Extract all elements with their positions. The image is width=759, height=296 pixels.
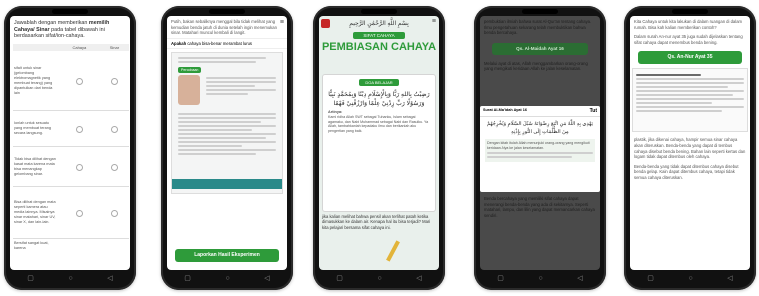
home-icon[interactable]: ○ <box>68 275 72 283</box>
recent-apps-icon[interactable]: ▢ <box>336 275 343 283</box>
table-row: Ionlah untuk sesuatu yang membuat terang… <box>13 111 129 147</box>
back-icon[interactable]: ◁ <box>577 275 582 283</box>
paragraph-text: pembuktian ilmiah bahwa surat Al-Qur'an … <box>484 19 592 36</box>
arabic-prayer-text: رَضِيْتُ بِاللهِ رَبًّا وَبِالْإِسْلَامِ… <box>328 91 430 107</box>
camera-notch <box>361 9 397 14</box>
radio-sinar[interactable] <box>110 77 118 85</box>
home-icon[interactable]: ○ <box>688 275 692 283</box>
radio-cahaya[interactable] <box>75 209 83 217</box>
instruction-text: Jawablah dengan memberikan memilih Cahay… <box>14 20 110 40</box>
prayer-label-badge: DOA BELAJAR <box>359 79 399 86</box>
back-icon[interactable]: ◁ <box>727 275 732 283</box>
paragraph-text: Dalam surah An-nur ayat 35 juga sudah di… <box>634 34 743 45</box>
recent-apps-icon[interactable]: ▢ <box>497 275 504 283</box>
table-row: Bisa dilihat dengan mata seperti kamera … <box>13 187 129 239</box>
arabic-verse-text: يَهْدِي بِهِ اللَّهُ مَنِ اتَّبَعَ رِضْو… <box>486 121 594 135</box>
table-row: Tidak bisa dilihat dengan kasat mata kar… <box>13 147 129 187</box>
quran-verse-button[interactable]: Qs. Al-Maidah Ayat 16 <box>492 42 588 55</box>
column-header-sinar: Sinar <box>109 44 120 50</box>
paragraph-text: jika kalian melihat bahwa pensil akan te… <box>322 214 431 230</box>
popup-close-button[interactable]: Tut <box>590 108 597 114</box>
phone-mockup-3: ≡ بِسْمِ اللَّهِ الرَّحْمَٰنِ الرَّحِيمِ… <box>313 6 445 290</box>
home-icon[interactable]: ○ <box>225 275 229 283</box>
popup-title: Surat Al-Ma'idah Ayat 16 <box>483 108 527 112</box>
phone-screen-1: Jawablah dengan memberikan memilih Cahay… <box>10 16 130 270</box>
android-navbar: ▢ ○ ◁ <box>480 273 600 285</box>
menu-icon[interactable]: ≡ <box>280 19 284 26</box>
menu-icon[interactable]: ≡ <box>432 18 436 25</box>
phone-mockup-1: Jawablah dengan memberikan memilih Cahay… <box>4 6 136 290</box>
phone-mockup-5: Kita Cahaya untuk kita lakukan di dalam … <box>624 6 756 290</box>
paragraph-text: Benda bercahaya yang memiliki sifat caha… <box>484 196 595 218</box>
table-row: sifalt untuk sinar (gelombang elektromag… <box>13 51 129 111</box>
verse-translation: Dengan kitab itulah Allah menunjuki oran… <box>487 141 590 150</box>
android-navbar: ▢ ○ ◁ <box>167 273 287 285</box>
table-row: Bersifat sangat kuat, karena <box>14 241 49 251</box>
phone-screen-3: ≡ بِسْمِ اللَّهِ الرَّحْمَٰنِ الرَّحِيمِ… <box>319 16 439 270</box>
paragraph-text: Benda-benda yang tidak dapat ditembus ca… <box>634 163 739 180</box>
app-logo-icon <box>321 19 330 28</box>
paragraph-text: plastik, jika dikenai cahaya, hampir sem… <box>634 137 746 160</box>
back-icon[interactable]: ◁ <box>416 275 421 283</box>
phone-screen-2: Putih, bakan sebaliknya menggal bila tid… <box>167 16 287 270</box>
radio-cahaya[interactable] <box>75 77 83 85</box>
illustration-child <box>178 74 200 105</box>
paragraph-text: Kita Cahaya untuk kita lakukan di dalam … <box>634 19 743 30</box>
pencil-image <box>386 240 400 262</box>
home-icon[interactable]: ○ <box>377 275 381 283</box>
back-icon[interactable]: ◁ <box>264 275 269 283</box>
phone-mockup-2: Putih, bakan sebaliknya menggal bila tid… <box>161 6 293 290</box>
paragraph-text: Putih, bakan sebaliknya menggal bila tid… <box>171 19 277 36</box>
worksheet-footer-bar <box>172 178 282 189</box>
radio-cahaya[interactable] <box>75 163 83 171</box>
camera-notch <box>52 9 88 14</box>
column-header-cahaya: Cahaya <box>72 44 87 50</box>
radio-sinar[interactable] <box>110 209 118 217</box>
worksheet-image: Percobaan <box>171 51 283 194</box>
topic-badge: SIFAT CAHAYA <box>353 32 405 39</box>
recent-apps-icon[interactable]: ▢ <box>184 275 191 283</box>
radio-sinar[interactable] <box>110 163 118 171</box>
table-header: Cahaya Sinar <box>13 43 129 51</box>
label-chip: Percobaan <box>178 66 202 73</box>
phone-screen-4: pembuktian ilmiah bahwa surat Al-Qur'an … <box>480 16 600 270</box>
home-icon[interactable]: ○ <box>538 275 542 283</box>
camera-notch <box>672 9 708 14</box>
radio-sinar[interactable] <box>110 125 118 133</box>
verse-popup: Surat Al-Ma'idah Ayat 16 Tut يَهْدِي بِه… <box>480 106 600 192</box>
android-navbar: ▢ ○ ◁ <box>319 273 439 285</box>
android-navbar: ▢ ○ ◁ <box>630 273 750 285</box>
phone-mockup-4: pembuktian ilmiah bahwa surat Al-Qur'an … <box>474 6 606 290</box>
android-navbar: ▢ ○ ◁ <box>10 273 130 285</box>
camera-notch <box>209 9 245 14</box>
section-heading: Apakah cahaya bisa-benar merambat lurus <box>167 37 287 49</box>
answer-table: Cahaya Sinar sifalt untuk sinar (gelomba… <box>13 43 129 253</box>
quran-verse-button[interactable]: Qs. An-Nur Ayat 35 <box>638 51 742 65</box>
recent-apps-icon[interactable]: ▢ <box>27 275 34 283</box>
prayer-card: DOA BELAJAR رَضِيْتُ بِاللهِ رَبًّا وَبِ… <box>322 74 436 212</box>
page-title: PEMBIASAN CAHAYA <box>321 41 437 53</box>
recent-apps-icon[interactable]: ▢ <box>647 275 654 283</box>
phone-screen-5: Kita Cahaya untuk kita lakukan di dalam … <box>630 16 750 270</box>
verse-document-image <box>632 68 748 133</box>
camera-notch <box>522 9 558 14</box>
bismillah-header: بِسْمِ اللَّهِ الرَّحْمَٰنِ الرَّحِيمِ <box>349 21 409 27</box>
report-experiment-button[interactable]: Laporkan Hasil Eksperimen <box>175 249 279 262</box>
prayer-translation: Kami ridha Allah SWT sebagai Tuhanku, Is… <box>328 115 429 133</box>
radio-cahaya[interactable] <box>75 125 83 133</box>
back-icon[interactable]: ◁ <box>107 275 112 283</box>
